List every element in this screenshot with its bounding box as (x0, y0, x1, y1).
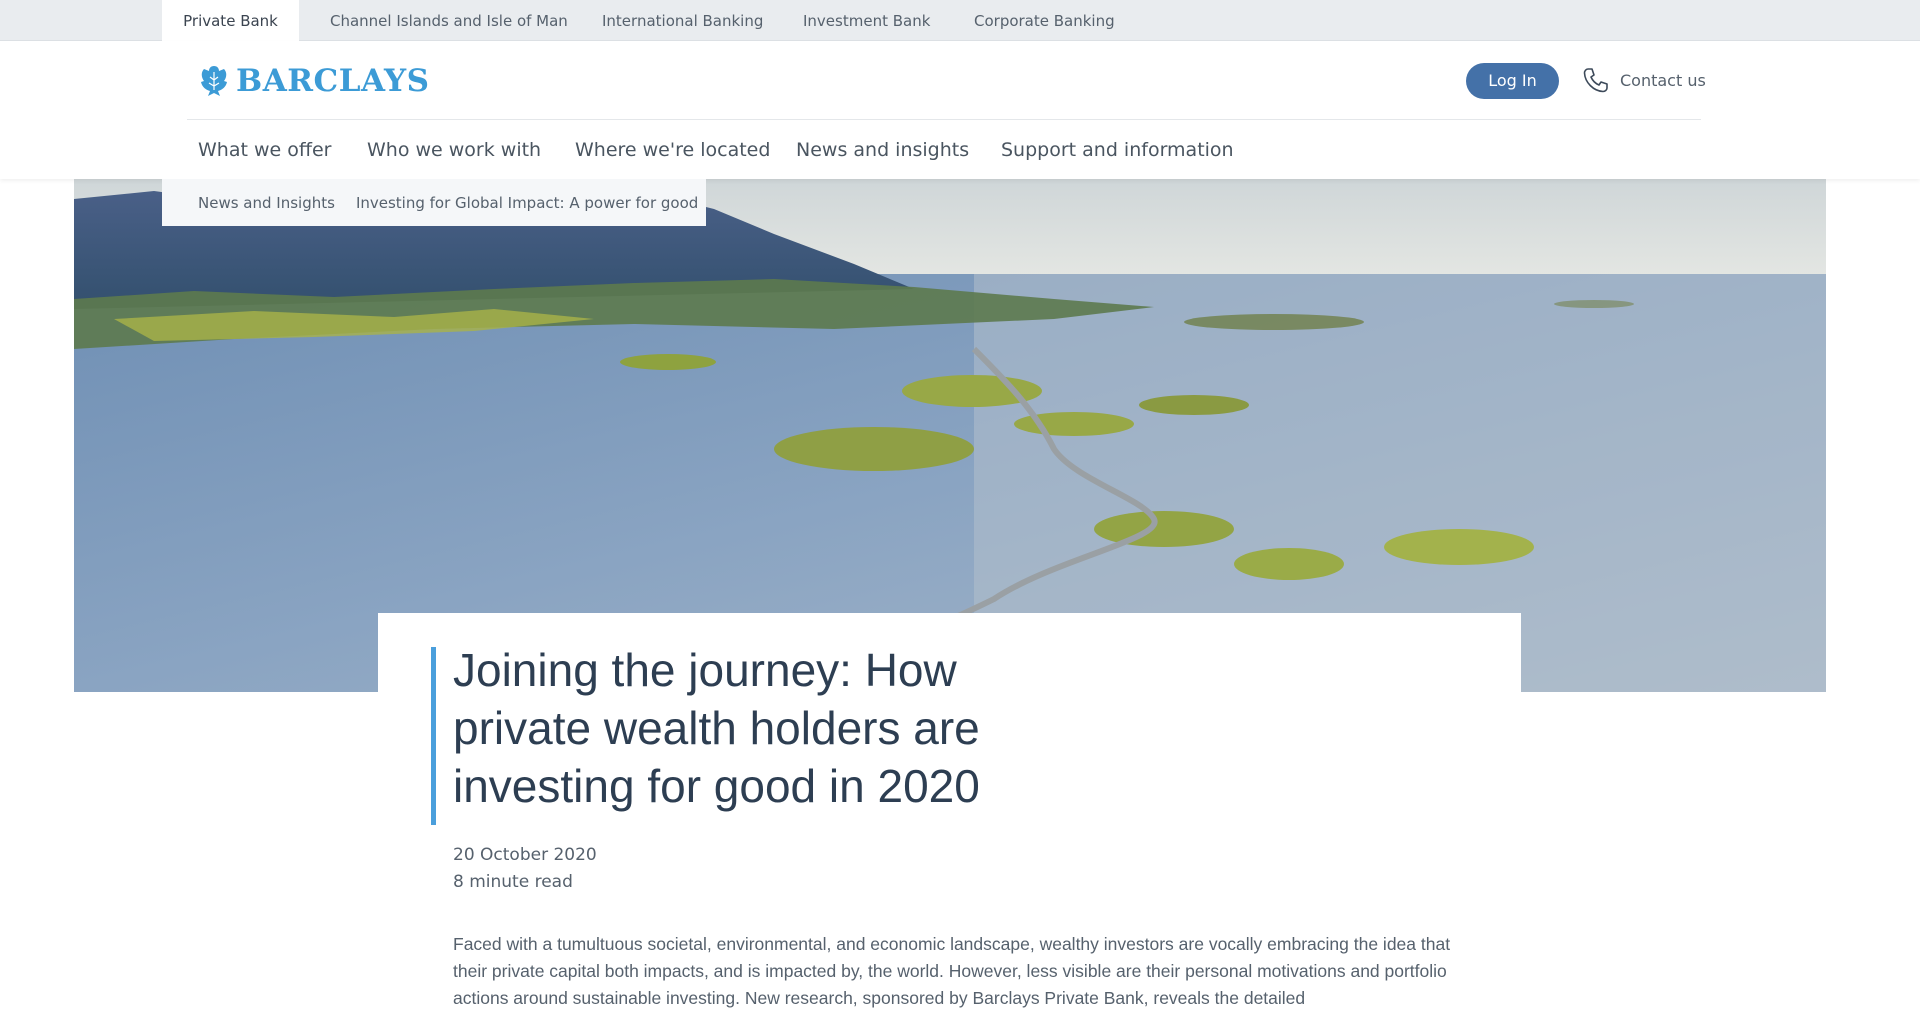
segment-tab-international-banking[interactable]: International Banking (602, 0, 763, 41)
breadcrumb-news-and-insights[interactable]: News and Insights (198, 194, 335, 212)
segment-tab-channel-islands[interactable]: Channel Islands and Isle of Man (330, 0, 568, 41)
contact-us-label: Contact us (1620, 70, 1706, 90)
contact-us-link[interactable]: Contact us (1582, 63, 1706, 97)
article-date: 20 October 2020 (453, 845, 597, 865)
article-card: Joining the journey: How private wealth … (378, 613, 1521, 1033)
site-header: BARCLAYS Log In Contact us What we offer… (0, 41, 1920, 179)
nav-who-we-work-with[interactable]: Who we work with (367, 119, 541, 179)
nav-support-and-information[interactable]: Support and information (1001, 119, 1234, 179)
article-title: Joining the journey: How private wealth … (453, 644, 980, 812)
brand-wordmark: BARCLAYS (236, 63, 430, 99)
nav-news-and-insights[interactable]: News and insights (796, 119, 969, 179)
login-button[interactable]: Log In (1466, 63, 1559, 99)
segment-tab-private-bank[interactable]: Private Bank (162, 0, 299, 41)
segment-bar: Private Bank Channel Islands and Isle of… (0, 0, 1920, 41)
phone-icon (1583, 68, 1608, 93)
article-read-time: 8 minute read (453, 872, 573, 892)
breadcrumb-current-page: Investing for Global Impact: A power for… (355, 193, 699, 212)
barclays-logo[interactable]: BARCLAYS (198, 62, 430, 100)
article-intro: Faced with a tumultuous societal, enviro… (453, 934, 1451, 1008)
title-accent-bar (431, 647, 436, 825)
breadcrumb: News and Insights Investing for Global I… (162, 179, 706, 226)
nav-where-were-located[interactable]: Where we're located (575, 119, 770, 179)
nav-what-we-offer[interactable]: What we offer (198, 119, 331, 179)
eagle-icon (201, 66, 227, 96)
main-navigation: What we offer Who we work with Where we'… (0, 119, 1920, 179)
segment-tab-investment-bank[interactable]: Investment Bank (803, 0, 930, 41)
segment-tab-corporate-banking[interactable]: Corporate Banking (974, 0, 1115, 41)
article-meta: 20 October 2020 8 minute read (453, 842, 597, 896)
